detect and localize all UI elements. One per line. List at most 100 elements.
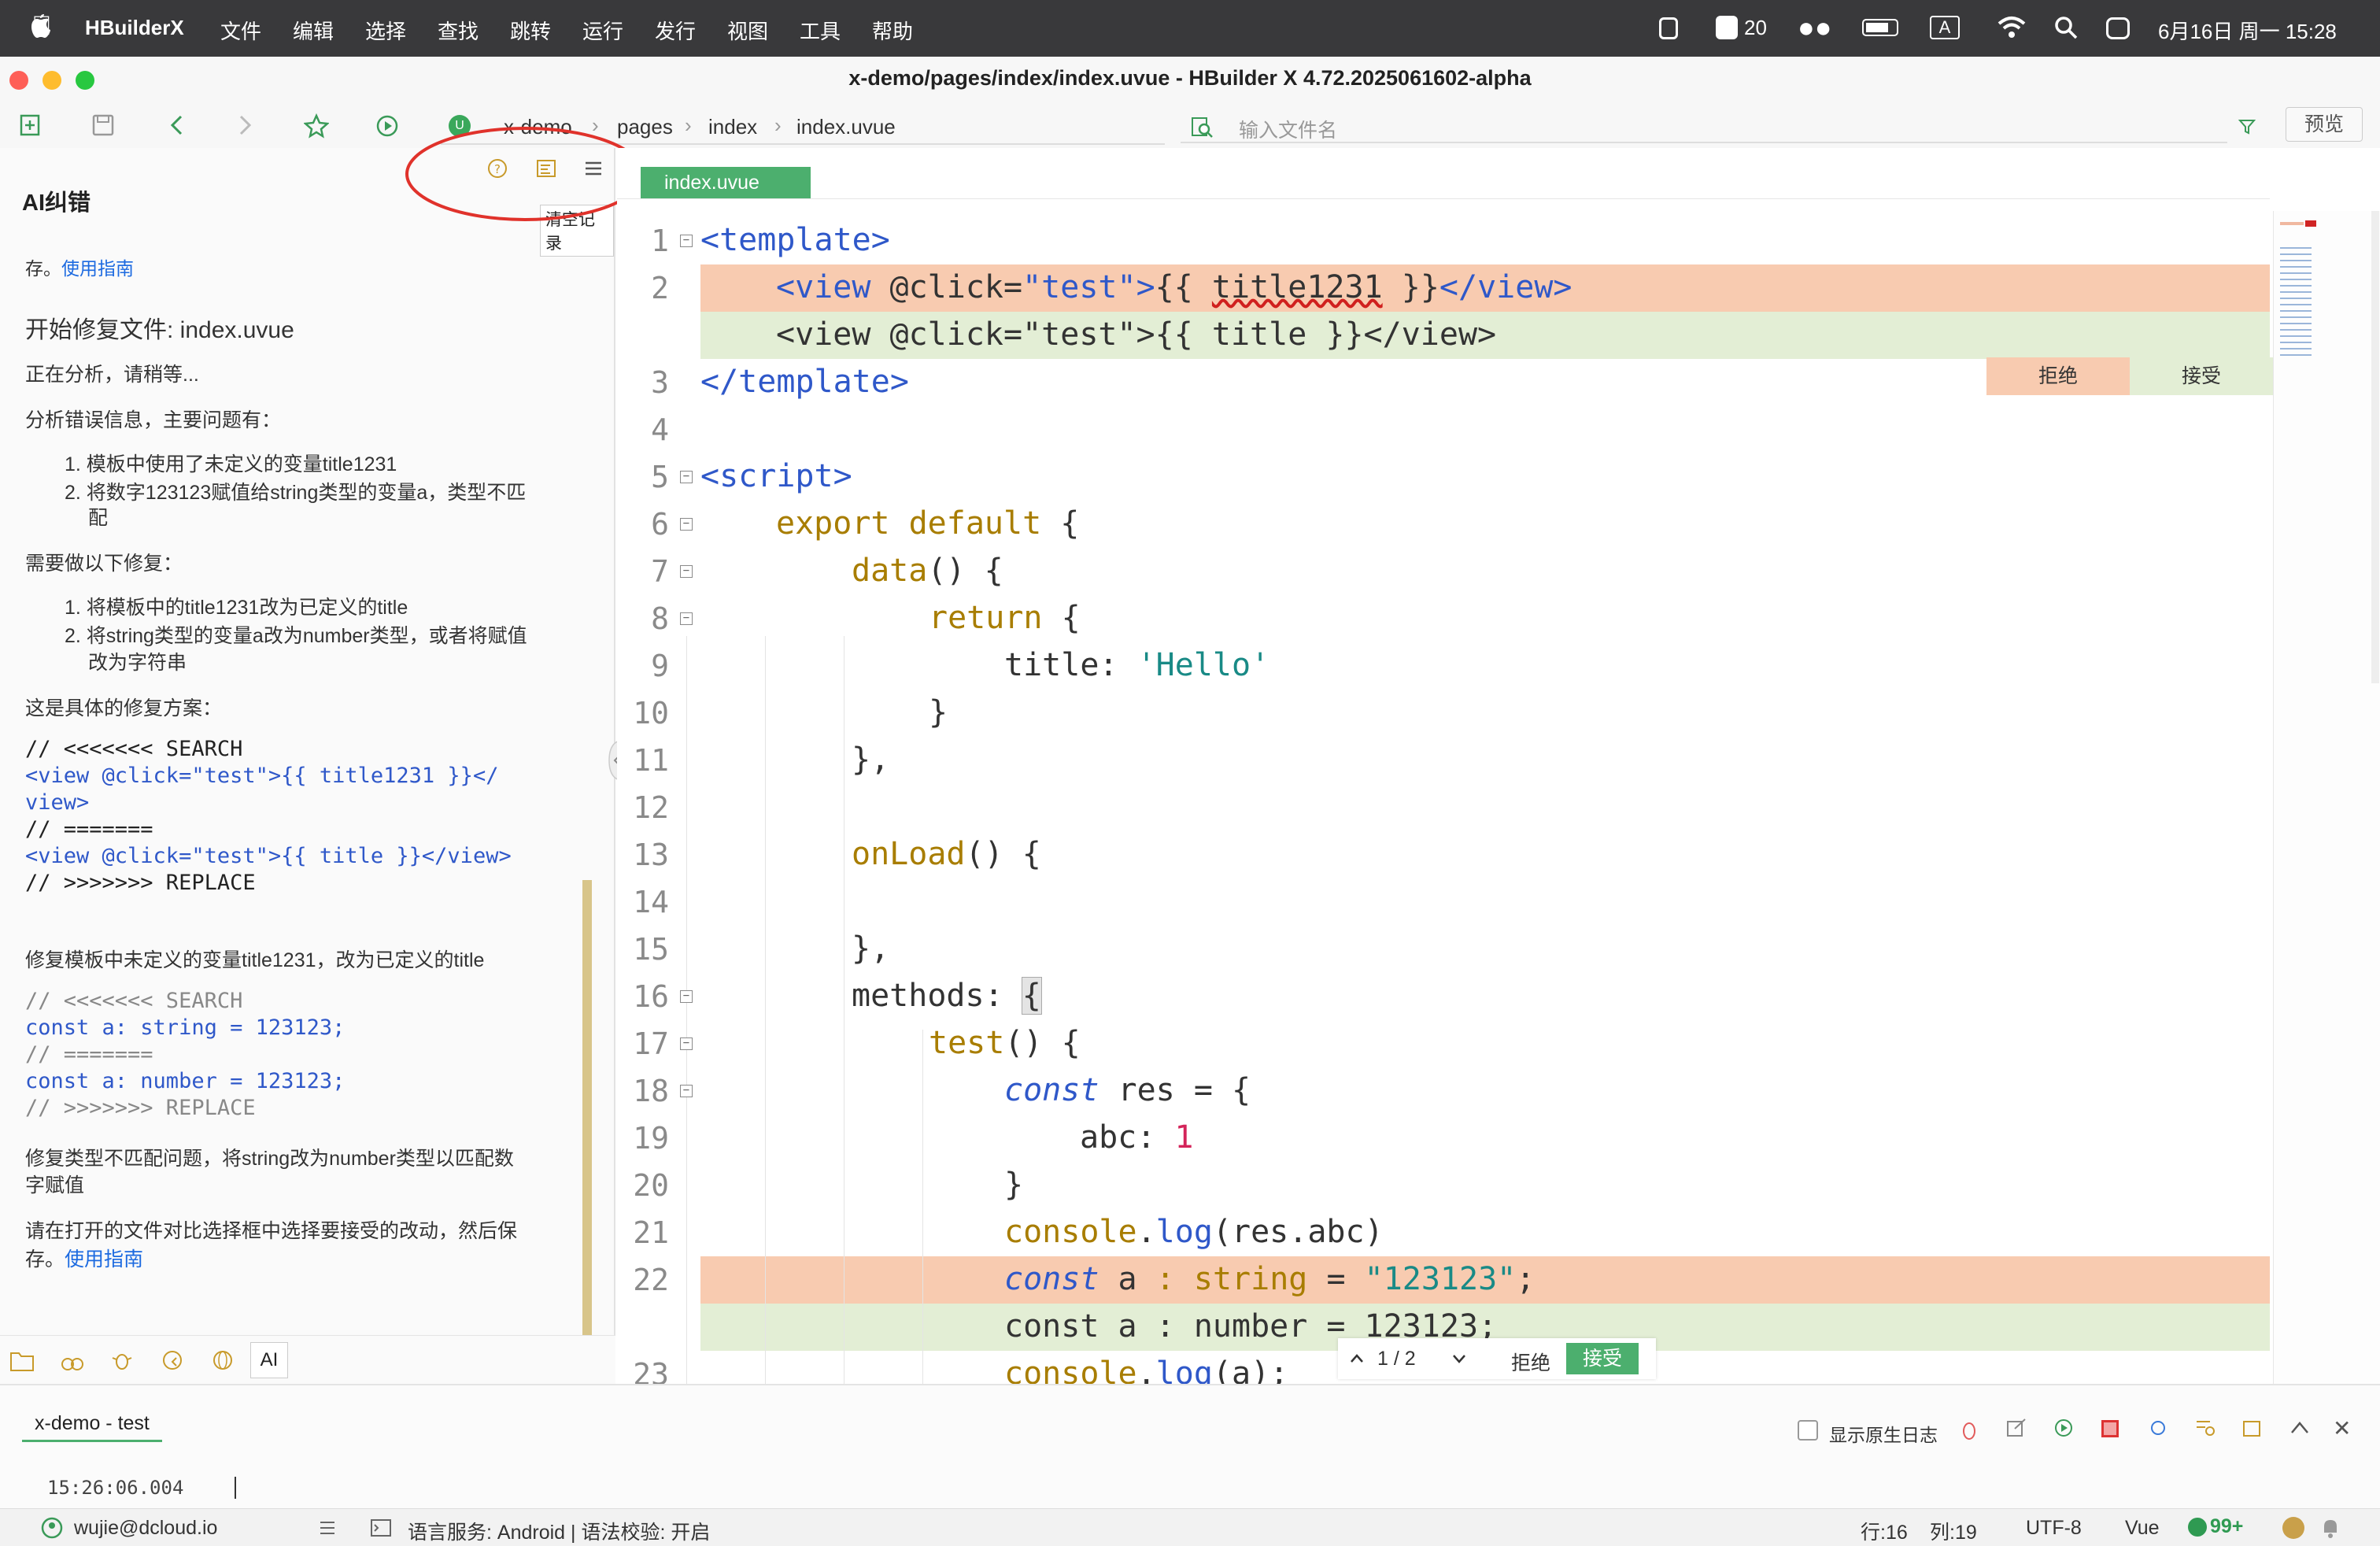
fold-toggle[interactable]: − [680,471,693,483]
menu-run[interactable]: 运行 [582,16,623,45]
console-timestamp: 15:26:06.004 [47,1477,184,1499]
menu-publish[interactable]: 发行 [655,16,696,45]
battery-icon[interactable] [1862,19,1898,36]
menu-select[interactable]: 选择 [365,16,406,45]
menu-edit[interactable]: 编辑 [293,16,334,45]
debug-connect-icon[interactable] [2147,1417,2169,1439]
cursor-col[interactable]: 列:19 [1930,1517,1977,1545]
text-cursor [235,1477,236,1499]
save-icon[interactable] [91,113,115,137]
cursor-row[interactable]: 行:16 [1861,1517,1908,1545]
run-icon[interactable] [375,113,400,139]
rerun-icon[interactable] [2053,1417,2075,1439]
collapse-console-icon[interactable] [2289,1418,2311,1437]
account-icon[interactable] [41,1517,63,1539]
ai-tab-label: AI [260,1349,279,1370]
apple-menu-icon[interactable] [30,13,52,41]
open-in-window-icon[interactable] [2241,1417,2264,1439]
search-log-icon[interactable] [2194,1417,2216,1439]
accept-button[interactable]: 接受 [2130,357,2273,395]
wifi-icon[interactable] [1998,16,2026,39]
plugin-icon[interactable] [60,1350,85,1372]
forward-icon[interactable] [233,113,257,137]
console-tab-label: x-demo - test [35,1412,150,1434]
menu-view[interactable]: 视图 [727,16,768,45]
spotlight-search-icon[interactable] [2054,16,2078,39]
file-encoding[interactable]: UTF-8 [2026,1517,2082,1540]
issue-item: 2. 将数字123123赋值给string类型的变量a，类型不匹 [65,482,527,504]
final-instruction-cont: 存。 [25,1248,65,1270]
preview-button[interactable]: 预览 [2286,107,2363,142]
reject-all-button[interactable]: 拒绝 [1511,1348,1550,1376]
code-line: const a: string = 123123; [25,1015,346,1040]
fold-toggle[interactable]: − [680,565,693,578]
window-titlebar: x-demo/pages/index/index.uvue - HBuilder… [0,57,2380,104]
fold-toggle[interactable]: − [680,518,693,531]
language-service-status[interactable]: 语言服务: Android | 语法校验: 开启 [408,1517,710,1545]
plugin-badge[interactable]: 99+ [2188,1515,2243,1538]
menu-file[interactable]: 文件 [220,16,261,45]
status-app-icon[interactable] [1659,17,1678,39]
input-method-icon[interactable]: A [1930,16,1960,39]
issue-item-cont: 配 [88,507,109,529]
bug-icon[interactable] [1958,1417,1980,1442]
file-tab-active[interactable]: index.uvue [641,167,811,198]
favorite-star-icon[interactable] [304,113,329,139]
menu-help[interactable]: 帮助 [872,16,913,45]
menubar-app-name[interactable]: HBuilderX [85,16,184,40]
stop-icon[interactable] [2101,1420,2119,1437]
breadcrumb-file[interactable]: index.uvue [796,115,896,139]
usage-guide-link[interactable]: 使用指南 [61,258,134,279]
fold-toggle[interactable]: − [680,235,693,247]
fold-toggle[interactable]: − [680,612,693,625]
close-console-icon[interactable]: ✕ [2333,1415,2351,1441]
fix2-description: 修复类型不匹配问题，将string改为number类型以匹配数 [25,1148,514,1170]
terminal-icon[interactable] [370,1518,392,1537]
wechat-icon[interactable]: ●● [1798,11,1832,44]
minimize-window-button[interactable] [42,71,61,90]
code-line: <view @click="test">{{ title }}</view> [25,844,512,868]
fold-toggle[interactable]: − [680,990,693,1003]
close-window-button[interactable] [9,71,28,90]
browser-icon[interactable] [211,1348,235,1372]
back-icon[interactable] [165,113,189,137]
todo-item-cont: 改为字符串 [88,652,187,674]
file-search-input[interactable]: 输入文件名 [1239,115,1337,143]
fold-toggle[interactable]: − [680,1085,693,1097]
minimap[interactable] [2273,211,2380,1384]
control-center-icon[interactable] [2106,17,2130,39]
minimap-viewport[interactable] [2371,211,2379,683]
download-update-icon[interactable] [2282,1517,2304,1539]
previous-change-icon[interactable] [1349,1351,1365,1367]
code-line-15: }, [852,930,890,967]
breadcrumb-index[interactable]: index [708,115,757,139]
show-native-log-checkbox[interactable] [1798,1420,1818,1441]
show-native-log-label: 显示原生日志 [1829,1425,1938,1445]
code-line: view> [25,790,90,815]
notification-bell-icon[interactable] [2320,1517,2341,1539]
user-account[interactable]: wujie@dcloud.io [74,1517,217,1540]
file-search-box[interactable]: 输入文件名 [1181,110,2256,143]
accept-all-button[interactable]: 接受 [1566,1343,1639,1374]
debug-bug-icon[interactable] [110,1348,134,1372]
feishu-icon[interactable] [1716,16,1738,39]
fold-toggle[interactable]: − [680,1037,693,1050]
console-tab[interactable]: x-demo - test [22,1407,162,1442]
new-file-icon[interactable] [19,113,42,137]
project-explorer-icon[interactable] [9,1350,35,1372]
next-change-icon[interactable] [1451,1351,1467,1367]
menu-find[interactable]: 查找 [438,16,479,45]
line-number: 17 [633,1026,669,1061]
menubar-datetime[interactable]: 6月16日 周一 15:28 [2158,16,2337,45]
menu-tools[interactable]: 工具 [800,16,841,45]
ai-tab[interactable]: AI [250,1342,288,1378]
zoom-window-button[interactable] [76,71,94,90]
list-icon[interactable] [318,1518,337,1537]
usage-guide-link-bottom[interactable]: 使用指南 [65,1248,143,1270]
menu-goto[interactable]: 跳转 [510,16,551,45]
filter-icon[interactable] [2238,118,2256,135]
export-icon[interactable] [2005,1417,2027,1439]
file-language[interactable]: Vue [2125,1517,2160,1540]
git-icon[interactable] [161,1348,184,1372]
reject-button[interactable]: 拒绝 [1986,357,2130,395]
